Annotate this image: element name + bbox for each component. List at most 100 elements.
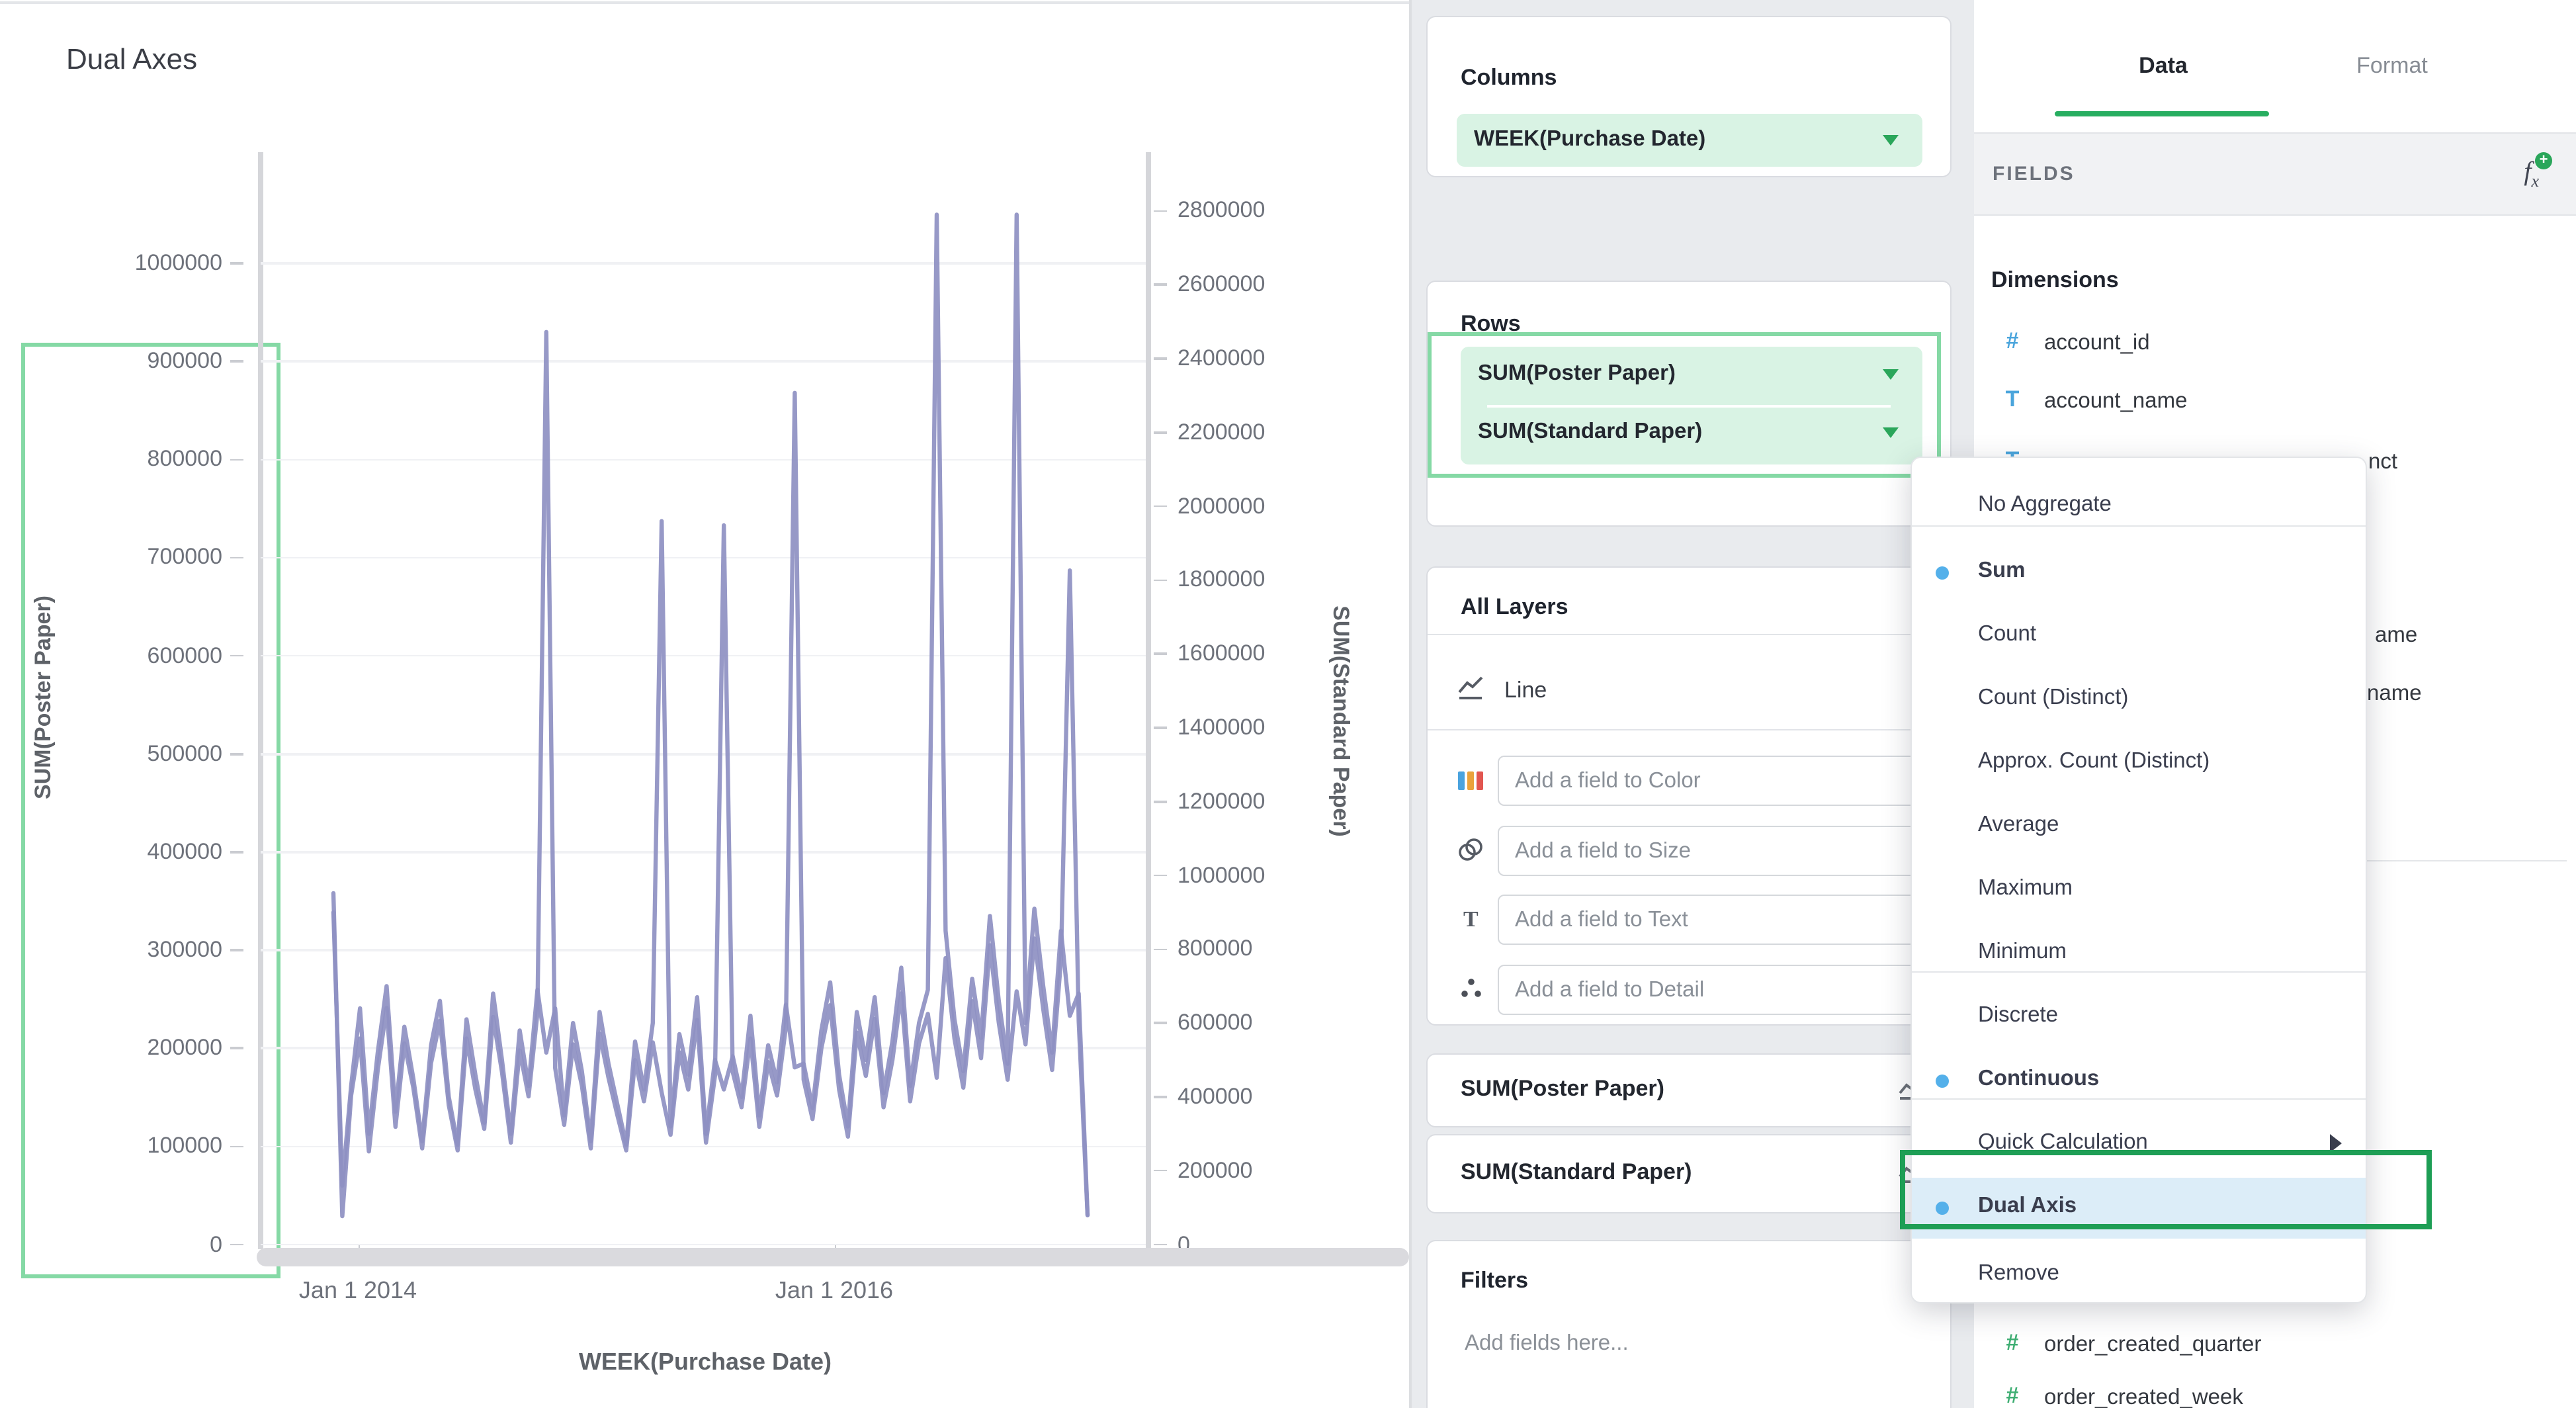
field-slot-text[interactable]: Add a field to Text xyxy=(1498,895,1930,945)
size-icon xyxy=(1457,838,1486,861)
columns-pill-label: WEEK(Purchase Date) xyxy=(1474,127,1705,152)
gridline xyxy=(261,361,1146,363)
menu-item-continuous[interactable]: Continuous xyxy=(1912,1051,2366,1112)
left-tick xyxy=(230,556,243,558)
menu-item-remove[interactable]: Remove xyxy=(1912,1245,2366,1306)
chart-type-label[interactable]: Line xyxy=(1504,678,1547,704)
right-tick-label: 1600000 xyxy=(1178,640,1265,667)
left-axis-title: SUM(Poster Paper) xyxy=(30,595,57,799)
menu-item-maximum[interactable]: Maximum xyxy=(1912,860,2366,921)
right-tick xyxy=(1154,358,1167,360)
field-slot-size[interactable]: Add a field to Size xyxy=(1498,826,1930,876)
left-tick-label: 1000000 xyxy=(103,250,222,277)
rows-pill-standard-paper[interactable]: SUM(Standard Paper) xyxy=(1478,419,1702,445)
divider xyxy=(1428,729,1950,730)
menu-item-sum[interactable]: Sum xyxy=(1912,543,2366,603)
x-axis-title: WEEK(Purchase Date) xyxy=(579,1348,832,1376)
left-tick-label: 700000 xyxy=(103,545,222,571)
gridline xyxy=(261,556,1146,558)
right-tick-label: 1200000 xyxy=(1178,789,1265,815)
layer-row-standard-paper[interactable]: SUM(Standard Paper) xyxy=(1426,1134,1952,1213)
left-axis-line xyxy=(258,152,263,1249)
columns-card: Columns WEEK(Purchase Date) xyxy=(1426,16,1952,177)
pill-divider xyxy=(1487,404,1891,408)
menu-item-approx-count-distinct-[interactable]: Approx. Count (Distinct) xyxy=(1912,733,2366,794)
chevron-down-icon[interactable] xyxy=(1883,427,1899,438)
menu-item-no-aggregate[interactable]: No Aggregate xyxy=(1912,476,2366,537)
right-tick xyxy=(1154,1096,1167,1098)
field-slot-detail[interactable]: Add a field to Detail xyxy=(1498,965,1930,1015)
divider xyxy=(1428,634,1950,635)
field-item-label: order_created_quarter xyxy=(2044,1333,2261,1358)
detail-icon xyxy=(1457,977,1486,1000)
right-tick xyxy=(1154,210,1167,212)
left-tick-label: 0 xyxy=(103,1231,222,1258)
right-tick xyxy=(1154,506,1167,507)
field-slot-placeholder: Add a field to Text xyxy=(1515,908,1688,933)
gridline xyxy=(261,655,1146,657)
columns-pill-week-purchase-date[interactable]: WEEK(Purchase Date) xyxy=(1457,114,1922,167)
menu-item-count[interactable]: Count xyxy=(1912,606,2366,667)
chart-horizontal-scrollbar[interactable] xyxy=(257,1248,1409,1266)
field-slot-color[interactable]: Add a field to Color xyxy=(1498,756,1930,806)
right-tick xyxy=(1154,1022,1167,1024)
left-tick xyxy=(230,361,243,363)
gridline xyxy=(261,1047,1146,1049)
right-tick-label: 2400000 xyxy=(1178,345,1265,372)
left-tick xyxy=(230,851,243,853)
tab-format[interactable]: Format xyxy=(2356,53,2428,79)
right-tick-label: 1400000 xyxy=(1178,715,1265,741)
gridline xyxy=(261,1244,1146,1246)
layer-row-label: SUM(Poster Paper) xyxy=(1461,1076,1664,1102)
menu-divider xyxy=(1912,525,2366,527)
number-type-icon: # xyxy=(1999,1383,2026,1408)
left-tick xyxy=(230,1244,243,1246)
columns-header: Columns xyxy=(1461,65,1557,91)
number-type-icon: # xyxy=(1999,1330,2026,1356)
filters-drop-zone[interactable]: Add fields here... xyxy=(1465,1331,1629,1356)
all-layers-card: All Layers Line Add a field to ColorAdd … xyxy=(1426,566,1952,1026)
field-slot-placeholder: Add a field to Detail xyxy=(1515,978,1704,1003)
field-item-label: order_created_week xyxy=(2044,1386,2243,1408)
active-tab-indicator xyxy=(2055,111,2269,116)
right-tick-label: 2000000 xyxy=(1178,493,1265,519)
left-tick xyxy=(230,655,243,657)
svg-text:T: T xyxy=(1463,907,1479,930)
tab-data[interactable]: Data xyxy=(2139,53,2188,79)
menu-item-label: Remove xyxy=(1978,1261,2059,1286)
rows-pill-group: SUM(Poster Paper) SUM(Standard Paper) xyxy=(1461,347,1922,464)
chart-title: Dual Axes xyxy=(66,42,197,77)
menu-item-count-distinct-[interactable]: Count (Distinct) xyxy=(1912,670,2366,730)
add-calculated-field-icon[interactable]: fx+ xyxy=(2524,157,2539,192)
annotation-box-dual-axis xyxy=(1900,1150,2432,1229)
right-tick-label: 1000000 xyxy=(1178,862,1265,889)
rows-card: Rows SUM(Poster Paper) SUM(Standard Pape… xyxy=(1426,281,1952,527)
field-slot-placeholder: Add a field to Size xyxy=(1515,839,1691,864)
menu-item-discrete[interactable]: Discrete xyxy=(1912,987,2366,1048)
menu-item-minimum[interactable]: Minimum xyxy=(1912,924,2366,985)
right-tick xyxy=(1154,875,1167,877)
number-type-icon: # xyxy=(1999,328,2026,355)
menu-item-average[interactable]: Average xyxy=(1912,797,2366,858)
menu-item-label: Discrete xyxy=(1978,1003,2058,1028)
left-tick xyxy=(230,949,243,951)
dimension-item-label: account_name xyxy=(2044,389,2188,414)
menu-item-label: Continuous xyxy=(1978,1067,2099,1092)
left-tick xyxy=(230,1145,243,1147)
menu-item-label: Sum xyxy=(1978,558,2026,584)
right-axis-line xyxy=(1146,152,1151,1249)
layer-row-poster-paper[interactable]: SUM(Poster Paper) xyxy=(1426,1053,1952,1127)
menu-item-label: Maximum xyxy=(1978,876,2073,901)
chevron-down-icon[interactable] xyxy=(1883,135,1899,146)
left-tick-label: 100000 xyxy=(103,1133,222,1160)
rows-pill-poster-paper[interactable]: SUM(Poster Paper) xyxy=(1478,361,1676,386)
text-icon: T xyxy=(1457,906,1486,930)
gridline xyxy=(261,459,1146,461)
chevron-down-icon[interactable] xyxy=(1883,369,1899,380)
right-tick xyxy=(1154,1170,1167,1172)
selected-dot-icon xyxy=(1936,1075,1949,1088)
gridline xyxy=(261,1145,1146,1147)
x-tick-label: Jan 1 2014 xyxy=(299,1277,417,1305)
left-tick xyxy=(230,1047,243,1049)
menu-item-label: Minimum xyxy=(1978,940,2067,965)
